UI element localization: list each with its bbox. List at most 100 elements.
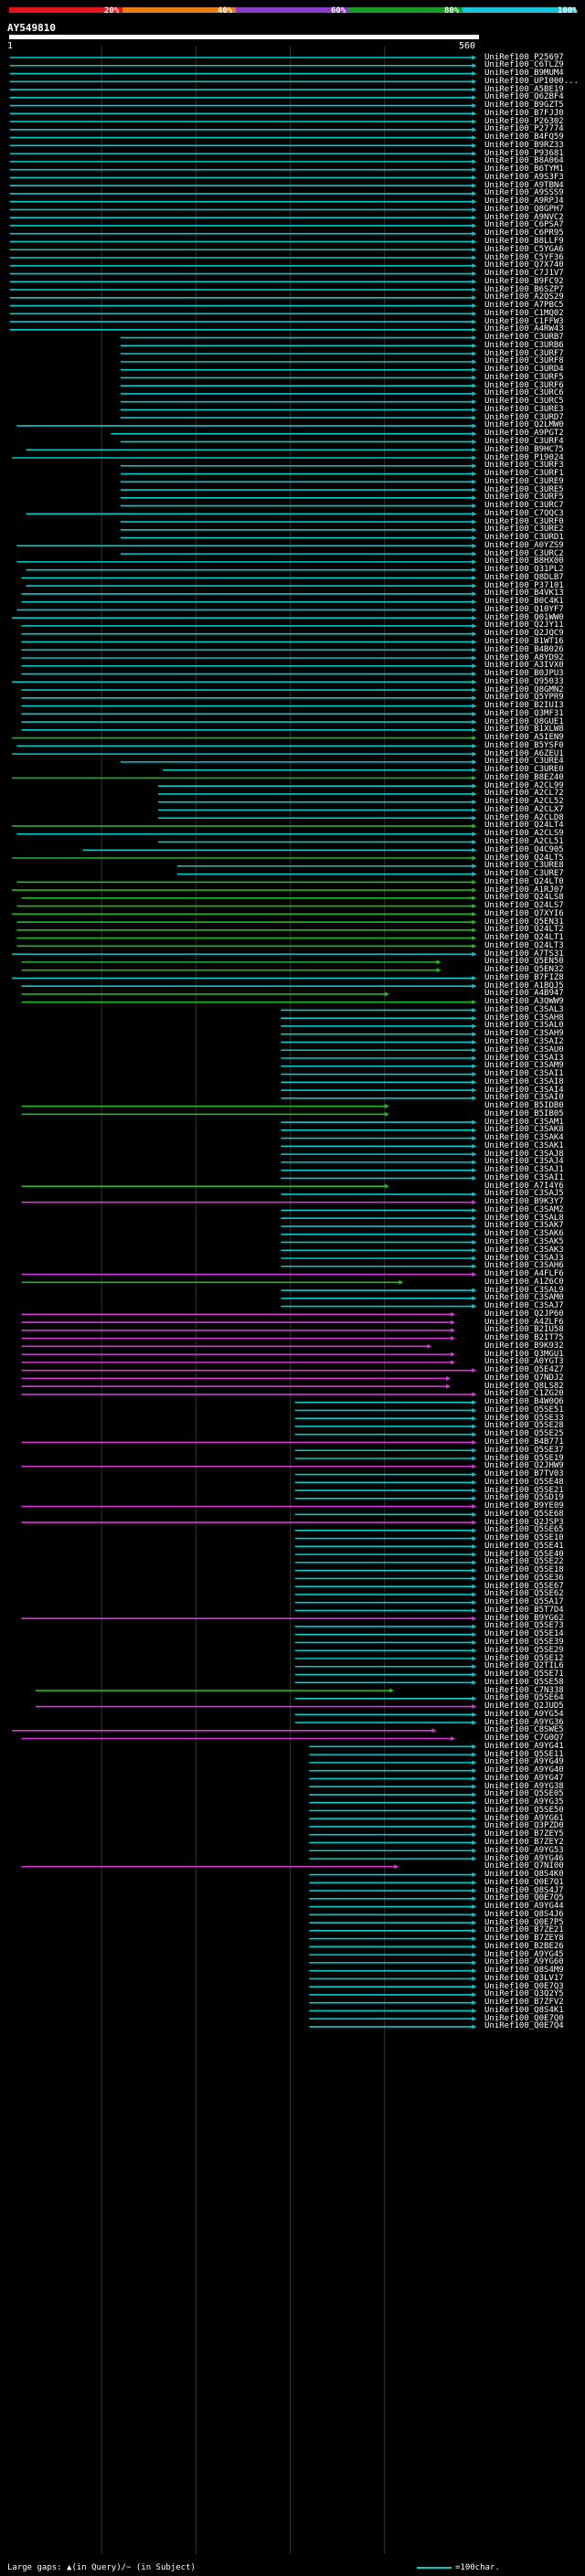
- hit-arrowhead: [472, 1288, 477, 1293]
- hit-arrowhead: [472, 1680, 477, 1685]
- hit-arrowhead: [472, 1207, 477, 1213]
- hit-arrowhead: [472, 1232, 477, 1237]
- hit-arrowhead: [472, 1215, 477, 1221]
- hit-arrowhead: [472, 215, 477, 220]
- hit-arrowhead: [472, 1064, 477, 1069]
- hit-arrowhead: [472, 383, 477, 388]
- hit-arrowhead: [472, 575, 477, 580]
- hit-arrowhead: [472, 199, 477, 205]
- hit-arrowhead: [472, 1968, 477, 1974]
- hit-arrowhead: [472, 800, 477, 805]
- hit-arrowhead: [472, 872, 477, 877]
- hit-arrowhead: [472, 519, 477, 525]
- hit-arrowhead: [472, 1504, 477, 1510]
- gap-legend: Large gaps: ▲(in Query)/~ (in Subject): [7, 2563, 196, 2572]
- hit-arrowhead: [472, 1752, 477, 1757]
- hit-arrowhead: [436, 959, 441, 965]
- hit-arrowhead: [451, 1360, 456, 1365]
- hit-label[interactable]: UniRef100_Q0E7Q4: [484, 2022, 564, 2030]
- hit-arrowhead: [472, 815, 477, 821]
- hit-arrowhead: [472, 271, 477, 277]
- hit-arrowhead: [472, 191, 477, 196]
- hit-arrowhead: [472, 1479, 477, 1485]
- hit-arrowhead: [446, 1375, 452, 1381]
- hit-arrowhead: [472, 679, 477, 684]
- hit-arrowhead: [472, 855, 477, 861]
- hit-arrowhead: [472, 287, 477, 292]
- hit-arrowhead: [472, 1584, 477, 1589]
- hit-arrowhead: [472, 1575, 477, 1581]
- hit-arrowhead: [472, 159, 477, 164]
- hit-arrowhead: [472, 335, 477, 341]
- hit-arrowhead: [472, 736, 477, 741]
- hit-arrowhead: [472, 919, 477, 925]
- hit-arrowhead: [472, 207, 477, 212]
- hit-arrowhead: [472, 1415, 477, 1421]
- hit-arrowhead: [472, 1055, 477, 1061]
- hit-arrowhead: [472, 111, 477, 116]
- hit-arrowhead: [472, 1000, 477, 1005]
- hit-arrowhead: [472, 423, 477, 429]
- hit-arrowhead: [472, 1712, 477, 1717]
- hit-arrowhead: [472, 1224, 477, 1229]
- hit-arrowhead: [472, 1560, 477, 1565]
- hit-arrowhead: [472, 135, 477, 141]
- hit-arrowhead: [472, 1047, 477, 1053]
- hit-arrowhead: [472, 1952, 477, 1957]
- hit-arrowhead: [472, 231, 477, 237]
- hit-arrowhead: [472, 2008, 477, 2013]
- hit-arrowhead: [472, 511, 477, 516]
- hit-arrowhead: [472, 447, 477, 452]
- hit-arrowhead: [472, 1072, 477, 1077]
- hit-arrowhead: [472, 1960, 477, 1966]
- hit-arrowhead: [472, 175, 477, 180]
- hit-arrowhead: [472, 1368, 477, 1373]
- hit-arrowhead: [472, 399, 477, 405]
- hit-arrowhead: [472, 1136, 477, 1141]
- scale-legend: =100char.: [417, 2562, 500, 2573]
- hit-arrowhead: [472, 1568, 477, 1574]
- hit-arrowhead: [472, 1168, 477, 1173]
- hit-arrowhead: [472, 1784, 477, 1789]
- hit-arrowhead: [446, 1383, 452, 1389]
- hit-arrowhead: [472, 455, 477, 461]
- hit-arrowhead: [472, 583, 477, 588]
- hit-arrowhead: [472, 63, 477, 69]
- hit-arrowhead: [472, 1160, 477, 1165]
- hit-arrowhead: [472, 655, 477, 661]
- hit-arrowhead: [389, 1688, 395, 1693]
- hit-arrowhead: [472, 719, 477, 725]
- hit-arrowhead: [472, 1600, 477, 1606]
- hit-arrowhead: [451, 1320, 456, 1325]
- hit-arrowhead: [472, 1079, 477, 1085]
- hit-arrowhead: [472, 743, 477, 748]
- hit-arrowhead: [472, 1880, 477, 1885]
- hit-arrowhead: [472, 983, 477, 989]
- hit-arrowhead: [451, 1352, 456, 1357]
- hit-arrowhead: [472, 663, 477, 669]
- hit-arrowhead: [472, 1672, 477, 1678]
- hit-arrowhead: [472, 71, 477, 77]
- hit-arrowhead: [472, 1407, 477, 1413]
- hit-arrowhead: [451, 1736, 456, 1742]
- hit-arrowhead: [472, 559, 477, 565]
- hit-arrowhead: [472, 1536, 477, 1542]
- hit-arrowhead: [472, 672, 477, 677]
- hit-arrowhead: [472, 1664, 477, 1670]
- hit-arrowhead: [436, 968, 441, 973]
- hit-arrowhead: [472, 55, 477, 60]
- hit-arrowhead: [472, 1592, 477, 1597]
- hit-arrowhead: [472, 1639, 477, 1645]
- hit-arrowhead: [472, 1456, 477, 1461]
- hit-arrowhead: [472, 623, 477, 629]
- hit-arrowhead: [472, 1824, 477, 1829]
- hit-arrowhead: [472, 1760, 477, 1765]
- hit-arrowhead: [472, 975, 477, 981]
- hit-arrowhead: [472, 431, 477, 437]
- hit-arrowhead: [472, 1151, 477, 1157]
- hit-arrowhead: [472, 751, 477, 757]
- hit-arrowhead: [472, 543, 477, 548]
- hit-arrowhead: [472, 311, 477, 316]
- hit-arrowhead: [472, 1424, 477, 1429]
- hit-arrowhead: [472, 1944, 477, 1949]
